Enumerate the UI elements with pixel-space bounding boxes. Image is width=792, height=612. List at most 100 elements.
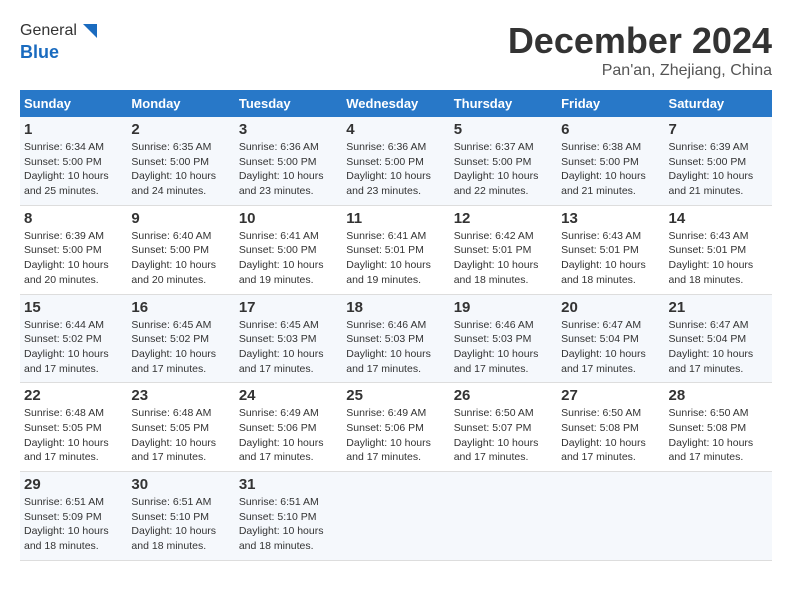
day-number: 31 — [239, 476, 338, 493]
day-number: 26 — [454, 387, 553, 404]
day-number: 15 — [24, 299, 123, 316]
calendar-table: SundayMondayTuesdayWednesdayThursdayFrid… — [20, 90, 772, 561]
day-number: 18 — [346, 299, 445, 316]
calendar-cell: 6 Sunrise: 6:38 AM Sunset: 5:00 PM Daylig… — [557, 117, 664, 205]
calendar-cell: 30 Sunrise: 6:51 AM Sunset: 5:10 PM Dayli… — [127, 472, 234, 561]
day-info: Sunrise: 6:35 AM Sunset: 5:00 PM Dayligh… — [131, 140, 230, 199]
calendar-week-row: 8 Sunrise: 6:39 AM Sunset: 5:00 PM Daylig… — [20, 205, 772, 294]
day-number: 21 — [669, 299, 768, 316]
calendar-cell — [557, 472, 664, 561]
calendar-cell: 25Sunrise: 6:49 AM Sunset: 5:06 PM Dayli… — [342, 383, 449, 472]
calendar-cell: 29Sunrise: 6:51 AM Sunset: 5:09 PM Dayli… — [20, 472, 127, 561]
day-info: Sunrise: 6:51 AM Sunset: 5:10 PM Dayligh… — [131, 495, 230, 554]
day-info: Sunrise: 6:50 AM Sunset: 5:08 PM Dayligh… — [669, 406, 768, 465]
calendar-cell: 16 Sunrise: 6:45 AM Sunset: 5:02 PM Dayli… — [127, 294, 234, 383]
day-number: 12 — [454, 210, 553, 227]
day-info: Sunrise: 6:46 AM Sunset: 5:03 PM Dayligh… — [454, 318, 553, 377]
day-info: Sunrise: 6:47 AM Sunset: 5:04 PM Dayligh… — [669, 318, 768, 377]
logo-general: General — [20, 22, 77, 40]
day-info: Sunrise: 6:49 AM Sunset: 5:06 PM Dayligh… — [346, 406, 445, 465]
day-number: 2 — [131, 121, 230, 138]
calendar-cell: 22 Sunrise: 6:48 AM Sunset: 5:05 PM Dayli… — [20, 383, 127, 472]
calendar-cell: 11Sunrise: 6:41 AM Sunset: 5:01 PM Dayli… — [342, 205, 449, 294]
day-info: Sunrise: 6:43 AM Sunset: 5:01 PM Dayligh… — [561, 229, 660, 288]
day-info: Sunrise: 6:48 AM Sunset: 5:05 PM Dayligh… — [131, 406, 230, 465]
calendar-cell: 27 Sunrise: 6:50 AM Sunset: 5:08 PM Dayli… — [557, 383, 664, 472]
calendar-cell: 26 Sunrise: 6:50 AM Sunset: 5:07 PM Dayli… — [450, 383, 557, 472]
calendar-cell: 21 Sunrise: 6:47 AM Sunset: 5:04 PM Dayli… — [665, 294, 772, 383]
day-info: Sunrise: 6:46 AM Sunset: 5:03 PM Dayligh… — [346, 318, 445, 377]
day-info: Sunrise: 6:44 AM Sunset: 5:02 PM Dayligh… — [24, 318, 123, 377]
logo-arrow-icon — [79, 20, 101, 42]
day-info: Sunrise: 6:48 AM Sunset: 5:05 PM Dayligh… — [24, 406, 123, 465]
calendar-cell: 2 Sunrise: 6:35 AM Sunset: 5:00 PM Daylig… — [127, 117, 234, 205]
calendar-header-thursday: Thursday — [450, 90, 557, 117]
day-info: Sunrise: 6:50 AM Sunset: 5:08 PM Dayligh… — [561, 406, 660, 465]
day-number: 8 — [24, 210, 123, 227]
day-number: 4 — [346, 121, 445, 138]
day-info: Sunrise: 6:47 AM Sunset: 5:04 PM Dayligh… — [561, 318, 660, 377]
day-number: 5 — [454, 121, 553, 138]
day-info: Sunrise: 6:42 AM Sunset: 5:01 PM Dayligh… — [454, 229, 553, 288]
day-number: 13 — [561, 210, 660, 227]
day-info: Sunrise: 6:51 AM Sunset: 5:10 PM Dayligh… — [239, 495, 338, 554]
day-number: 22 — [24, 387, 123, 404]
calendar-header-monday: Monday — [127, 90, 234, 117]
calendar-cell: 19 Sunrise: 6:46 AM Sunset: 5:03 PM Dayli… — [450, 294, 557, 383]
day-info: Sunrise: 6:39 AM Sunset: 5:00 PM Dayligh… — [24, 229, 123, 288]
day-number: 16 — [131, 299, 230, 316]
calendar-week-row: 22 Sunrise: 6:48 AM Sunset: 5:05 PM Dayli… — [20, 383, 772, 472]
calendar-cell: 28Sunrise: 6:50 AM Sunset: 5:08 PM Dayli… — [665, 383, 772, 472]
calendar-cell — [450, 472, 557, 561]
day-info: Sunrise: 6:40 AM Sunset: 5:00 PM Dayligh… — [131, 229, 230, 288]
day-info: Sunrise: 6:43 AM Sunset: 5:01 PM Dayligh… — [669, 229, 768, 288]
calendar-cell: 7Sunrise: 6:39 AM Sunset: 5:00 PM Daylig… — [665, 117, 772, 205]
calendar-header-tuesday: Tuesday — [235, 90, 342, 117]
month-title: December 2024 — [508, 20, 772, 62]
calendar-header-saturday: Saturday — [665, 90, 772, 117]
day-number: 7 — [669, 121, 768, 138]
day-info: Sunrise: 6:34 AM Sunset: 5:00 PM Dayligh… — [24, 140, 123, 199]
calendar-cell: 20 Sunrise: 6:47 AM Sunset: 5:04 PM Dayli… — [557, 294, 664, 383]
logo: General Blue — [20, 20, 101, 63]
calendar-week-row: 15 Sunrise: 6:44 AM Sunset: 5:02 PM Dayli… — [20, 294, 772, 383]
calendar-cell: 8 Sunrise: 6:39 AM Sunset: 5:00 PM Daylig… — [20, 205, 127, 294]
day-number: 19 — [454, 299, 553, 316]
calendar-cell: 17Sunrise: 6:45 AM Sunset: 5:03 PM Dayli… — [235, 294, 342, 383]
calendar-cell: 12 Sunrise: 6:42 AM Sunset: 5:01 PM Dayli… — [450, 205, 557, 294]
day-number: 30 — [131, 476, 230, 493]
calendar-header-wednesday: Wednesday — [342, 90, 449, 117]
calendar-week-row: 1 Sunrise: 6:34 AM Sunset: 5:00 PM Daylig… — [20, 117, 772, 205]
day-info: Sunrise: 6:49 AM Sunset: 5:06 PM Dayligh… — [239, 406, 338, 465]
day-number: 23 — [131, 387, 230, 404]
calendar-cell: 5 Sunrise: 6:37 AM Sunset: 5:00 PM Daylig… — [450, 117, 557, 205]
calendar-header-friday: Friday — [557, 90, 664, 117]
calendar-week-row: 29Sunrise: 6:51 AM Sunset: 5:09 PM Dayli… — [20, 472, 772, 561]
day-info: Sunrise: 6:36 AM Sunset: 5:00 PM Dayligh… — [346, 140, 445, 199]
day-number: 3 — [239, 121, 338, 138]
day-number: 1 — [24, 121, 123, 138]
title-section: December 2024 Pan'an, Zhejiang, China — [508, 20, 772, 80]
day-info: Sunrise: 6:45 AM Sunset: 5:02 PM Dayligh… — [131, 318, 230, 377]
day-info: Sunrise: 6:41 AM Sunset: 5:00 PM Dayligh… — [239, 229, 338, 288]
day-number: 17 — [239, 299, 338, 316]
location: Pan'an, Zhejiang, China — [508, 62, 772, 80]
day-number: 6 — [561, 121, 660, 138]
calendar-cell: 3Sunrise: 6:36 AM Sunset: 5:00 PM Daylig… — [235, 117, 342, 205]
calendar-cell — [342, 472, 449, 561]
day-number: 24 — [239, 387, 338, 404]
calendar-cell: 18 Sunrise: 6:46 AM Sunset: 5:03 PM Dayli… — [342, 294, 449, 383]
day-info: Sunrise: 6:37 AM Sunset: 5:00 PM Dayligh… — [454, 140, 553, 199]
calendar-cell: 24 Sunrise: 6:49 AM Sunset: 5:06 PM Dayli… — [235, 383, 342, 472]
calendar-cell: 13 Sunrise: 6:43 AM Sunset: 5:01 PM Dayli… — [557, 205, 664, 294]
day-number: 14 — [669, 210, 768, 227]
day-number: 20 — [561, 299, 660, 316]
day-info: Sunrise: 6:38 AM Sunset: 5:00 PM Dayligh… — [561, 140, 660, 199]
day-number: 11 — [346, 210, 445, 227]
calendar-cell: 31 Sunrise: 6:51 AM Sunset: 5:10 PM Dayli… — [235, 472, 342, 561]
calendar-header-sunday: Sunday — [20, 90, 127, 117]
day-number: 27 — [561, 387, 660, 404]
calendar-cell: 1 Sunrise: 6:34 AM Sunset: 5:00 PM Daylig… — [20, 117, 127, 205]
day-info: Sunrise: 6:50 AM Sunset: 5:07 PM Dayligh… — [454, 406, 553, 465]
calendar-cell: 9Sunrise: 6:40 AM Sunset: 5:00 PM Daylig… — [127, 205, 234, 294]
